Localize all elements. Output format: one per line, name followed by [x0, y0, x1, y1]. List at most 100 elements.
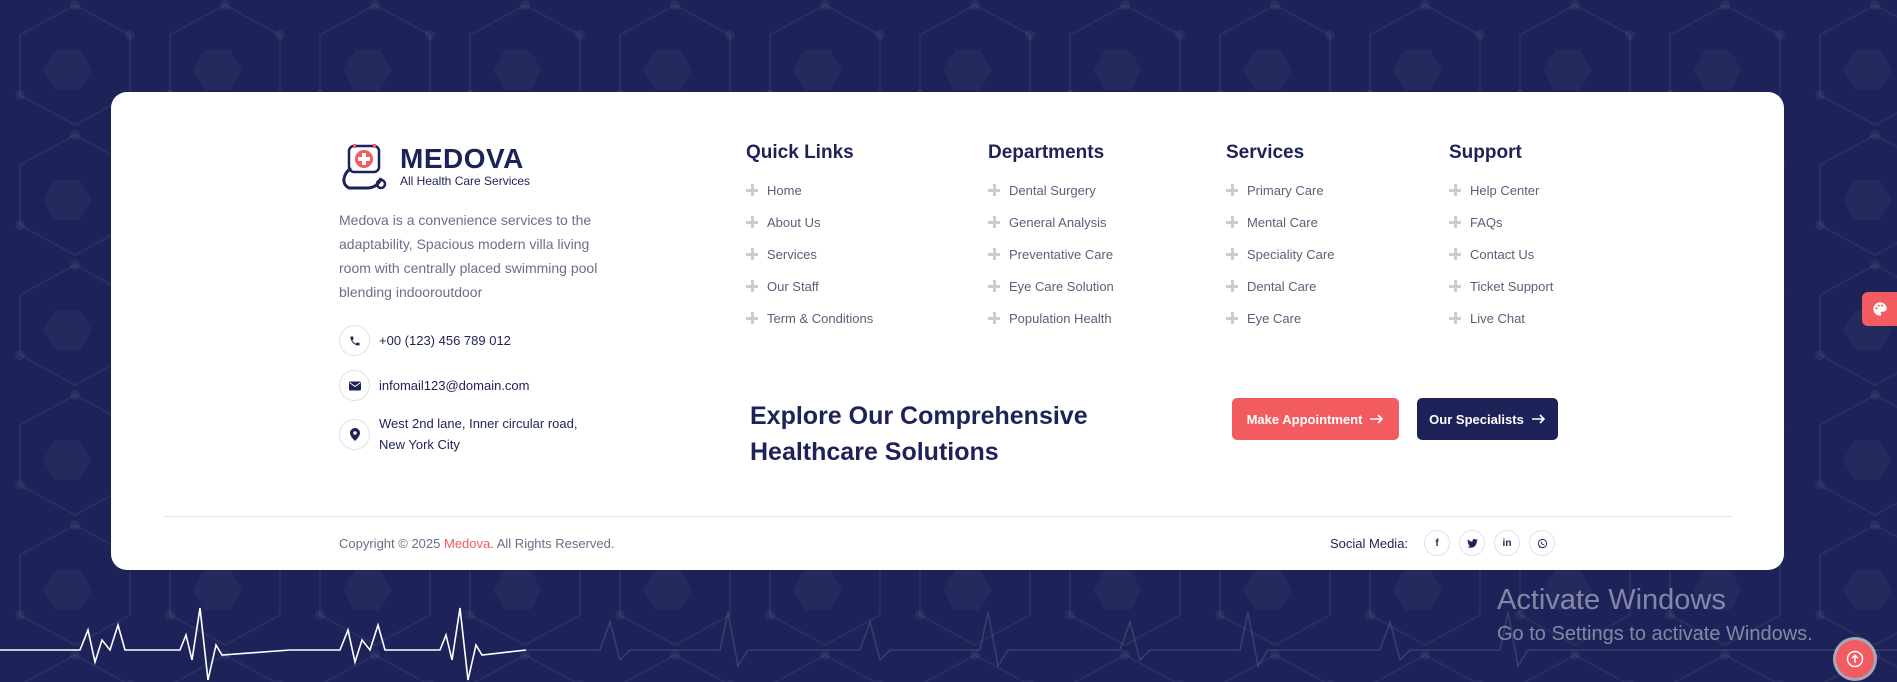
support-link-faqs[interactable]: FAQs: [1449, 206, 1553, 238]
support-link-help-center[interactable]: Help Center: [1449, 174, 1553, 206]
our-specialists-label: Our Specialists: [1429, 411, 1524, 427]
department-link-eye-care-solution[interactable]: Eye Care Solution: [988, 270, 1114, 302]
envelope-icon: [339, 370, 370, 401]
service-link-label: Primary Care: [1247, 182, 1324, 198]
quick-link-label: Term & Conditions: [767, 310, 874, 326]
email-contact[interactable]: infomail123@domain.com: [339, 370, 530, 401]
service-link-mental-care[interactable]: Mental Care: [1226, 206, 1334, 238]
services-title: Services: [1226, 142, 1305, 163]
make-appointment-button[interactable]: Make Appointment: [1232, 398, 1399, 440]
brand-tagline: All Health Care Services: [400, 174, 531, 188]
quick-links-title: Quick Links: [746, 142, 854, 163]
whatsapp-icon[interactable]: [1529, 530, 1555, 556]
department-link-dental-surgery[interactable]: Dental Surgery: [988, 174, 1114, 206]
quick-link-our-staff[interactable]: Our Staff: [746, 270, 873, 302]
services-list: Primary Care Mental Care Speciality Care…: [1226, 174, 1334, 334]
department-link-label: Eye Care Solution: [1009, 278, 1114, 294]
support-link-contact-us[interactable]: Contact Us: [1449, 238, 1553, 270]
side-palette-tab[interactable]: [1862, 292, 1897, 326]
stethoscope-logo-icon: [342, 144, 387, 190]
support-list: Help Center FAQs Contact Us Ticket Suppo…: [1449, 174, 1553, 334]
copyright-suffix: . All Rights Reserved.: [490, 536, 615, 551]
twitter-icon[interactable]: [1459, 530, 1485, 556]
location-pin-icon: [339, 418, 370, 450]
service-link-dental-care[interactable]: Dental Care: [1226, 270, 1334, 302]
plus-icon: [988, 216, 1000, 228]
departments-title: Departments: [988, 142, 1105, 163]
arrow-right-icon: [1531, 414, 1545, 424]
plus-icon: [1449, 312, 1461, 324]
plus-icon: [1226, 248, 1238, 260]
address-contact: West 2nd lane, Inner circular road, New …: [339, 413, 577, 455]
department-link-label: Preventative Care: [1009, 246, 1114, 262]
activate-windows-subtitle: Go to Settings to activate Windows.: [1497, 623, 1813, 645]
support-link-ticket-support[interactable]: Ticket Support: [1449, 270, 1553, 302]
quick-link-home[interactable]: Home: [746, 174, 873, 206]
activate-windows-title: Activate Windows: [1497, 584, 1726, 616]
quick-link-label: About Us: [767, 214, 821, 230]
service-link-label: Mental Care: [1247, 214, 1318, 230]
quick-link-terms[interactable]: Term & Conditions: [746, 302, 873, 334]
plus-icon: [1449, 216, 1461, 228]
support-title: Support: [1449, 142, 1522, 163]
service-link-eye-care[interactable]: Eye Care: [1226, 302, 1334, 334]
plus-icon: [1226, 184, 1238, 196]
explore-heading-line-1: Explore Our Comprehensive: [750, 402, 1088, 430]
departments-list: Dental Surgery General Analysis Preventa…: [988, 174, 1114, 334]
copyright-text: Copyright © 2025 Medova. All Rights Rese…: [339, 536, 615, 551]
facebook-icon[interactable]: f: [1424, 530, 1450, 556]
plus-icon: [1449, 280, 1461, 292]
support-link-live-chat[interactable]: Live Chat: [1449, 302, 1553, 334]
department-link-general-analysis[interactable]: General Analysis: [988, 206, 1114, 238]
service-link-speciality-care[interactable]: Speciality Care: [1226, 238, 1334, 270]
quick-link-label: Our Staff: [767, 278, 819, 294]
arrow-right-icon: [1370, 414, 1384, 424]
department-link-preventative-care[interactable]: Preventative Care: [988, 238, 1114, 270]
service-link-primary-care[interactable]: Primary Care: [1226, 174, 1334, 206]
quick-link-about-us[interactable]: About Us: [746, 206, 873, 238]
plus-icon: [1449, 248, 1461, 260]
email-address: infomail123@domain.com: [379, 378, 530, 393]
quick-link-label: Home: [767, 182, 802, 198]
address-line-1: West 2nd lane, Inner circular road,: [379, 416, 578, 431]
linkedin-icon[interactable]: in: [1494, 530, 1520, 556]
plus-icon: [1226, 312, 1238, 324]
make-appointment-label: Make Appointment: [1246, 411, 1363, 427]
scroll-to-top-button[interactable]: [1836, 640, 1874, 678]
footer-divider: [164, 516, 1732, 517]
brand-name[interactable]: MEDOVA: [400, 143, 524, 175]
support-link-label: FAQs: [1470, 214, 1503, 230]
support-link-label: Help Center: [1470, 182, 1540, 198]
plus-icon: [988, 280, 1000, 292]
plus-icon: [746, 184, 758, 196]
service-link-label: Speciality Care: [1247, 246, 1335, 262]
phone-icon: [339, 325, 370, 356]
copyright-brand-link[interactable]: Medova: [444, 536, 490, 551]
plus-icon: [1226, 216, 1238, 228]
quick-link-label: Services: [767, 246, 817, 262]
social-media-label: Social Media:: [1330, 536, 1409, 551]
support-link-label: Ticket Support: [1470, 278, 1554, 294]
quick-link-services[interactable]: Services: [746, 238, 873, 270]
explore-heading: Explore Our Comprehensive Healthcare Sol…: [750, 398, 1110, 470]
department-link-label: General Analysis: [1009, 214, 1107, 230]
service-link-label: Eye Care: [1247, 310, 1302, 326]
plus-icon: [988, 312, 1000, 324]
plus-icon: [746, 312, 758, 324]
department-link-label: Population Health: [1009, 310, 1112, 326]
address-text: West 2nd lane, Inner circular road, New …: [379, 413, 577, 455]
department-link-label: Dental Surgery: [1009, 182, 1096, 198]
department-link-population-health[interactable]: Population Health: [988, 302, 1114, 334]
palette-icon: [1872, 302, 1887, 316]
plus-icon: [988, 184, 1000, 196]
plus-icon: [746, 216, 758, 228]
phone-contact[interactable]: +00 (123) 456 789 012: [339, 325, 511, 356]
plus-icon: [988, 248, 1000, 260]
service-link-label: Dental Care: [1247, 278, 1317, 294]
about-description: Medova is a convenience services to the …: [339, 212, 598, 300]
our-specialists-button[interactable]: Our Specialists: [1417, 398, 1558, 440]
support-link-label: Live Chat: [1470, 310, 1525, 326]
quick-links-list: Home About Us Services Our Staff Term & …: [746, 174, 873, 334]
plus-icon: [1226, 280, 1238, 292]
phone-number: +00 (123) 456 789 012: [379, 333, 511, 348]
